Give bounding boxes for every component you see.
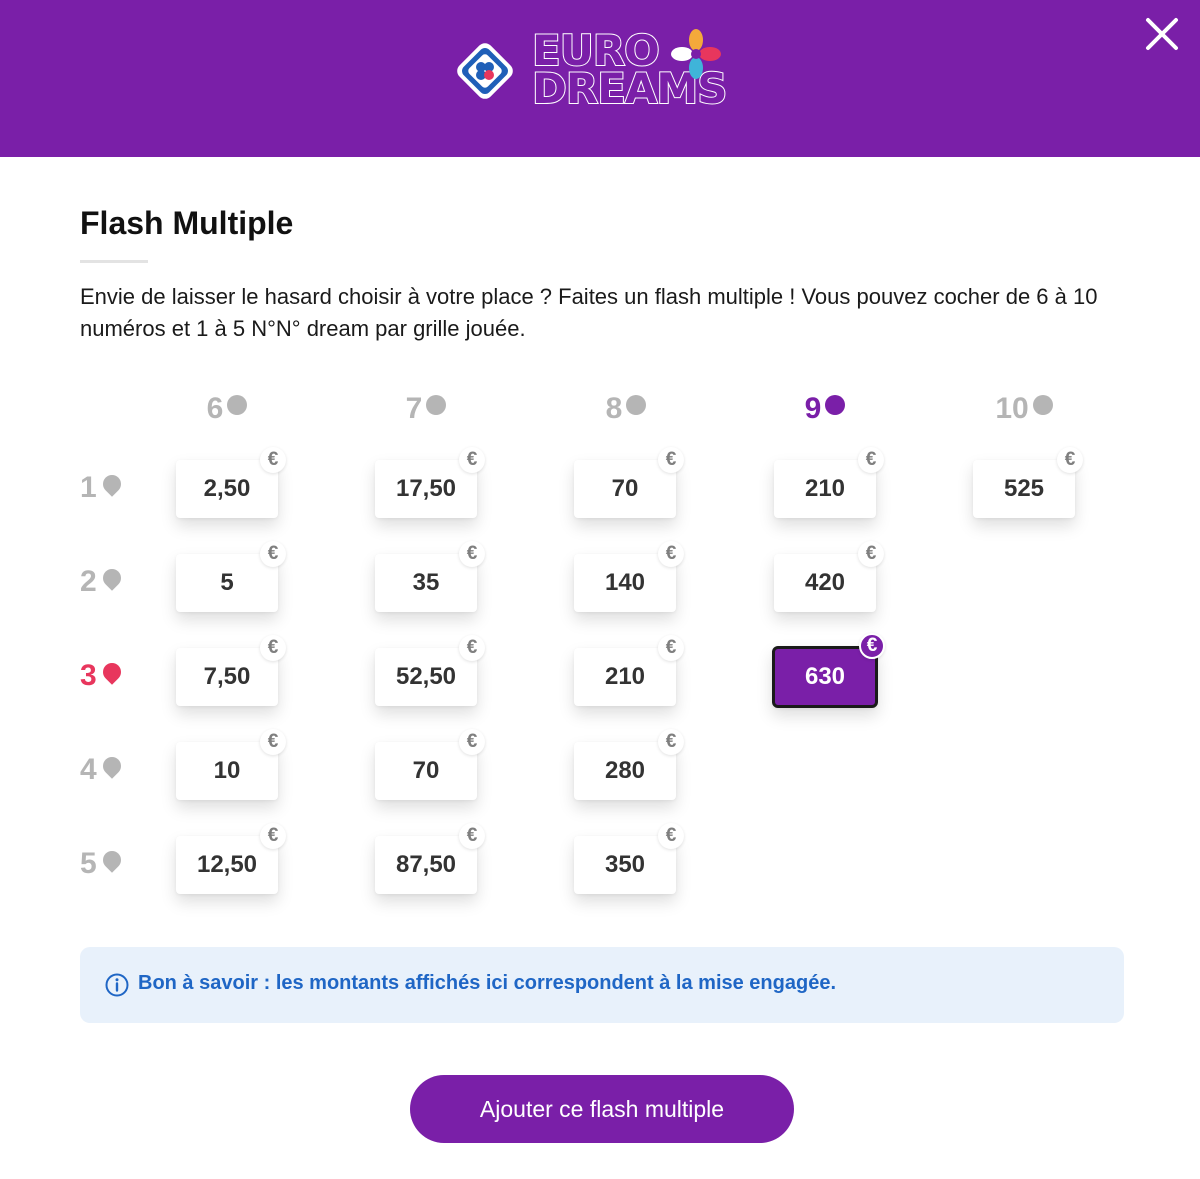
price-value: 52,50 <box>395 663 457 690</box>
price-value: 7,50 <box>203 663 251 690</box>
dream-flower-icon <box>671 29 721 79</box>
euro-icon: € <box>658 635 684 661</box>
price-value: 17,50 <box>395 475 457 502</box>
column-header-6[interactable]: 6 <box>172 392 282 426</box>
euro-icon: € <box>459 447 485 473</box>
dream-drop-icon <box>98 659 125 685</box>
dream-drop-icon <box>98 565 125 591</box>
eurodreams-logo: EURO DREAMS <box>452 29 752 120</box>
euro-icon: € <box>260 635 286 661</box>
price-value: 420 <box>804 569 846 596</box>
euro-icon: € <box>859 633 885 659</box>
close-icon[interactable] <box>1140 12 1184 56</box>
price-cell-r1-c7[interactable]: 17,50 € <box>375 447 485 518</box>
row-header-4[interactable]: 4 <box>80 753 140 787</box>
price-cell-r2-c6[interactable]: 5 € <box>176 541 286 612</box>
price-value: 210 <box>804 475 846 502</box>
price-value: 35 <box>412 569 440 596</box>
price-value: 70 <box>412 757 440 784</box>
row-header-5[interactable]: 5 <box>80 847 140 881</box>
price-cell-r3-c6[interactable]: 7,50 € <box>176 635 286 706</box>
column-header-label: 7 <box>405 392 423 425</box>
price-cell-r5-c6[interactable]: 12,50 € <box>176 823 286 894</box>
price-value: 630 <box>804 663 846 690</box>
price-value: 70 <box>611 475 639 502</box>
column-header-7[interactable]: 7 <box>371 392 481 426</box>
price-cell-r5-c7[interactable]: 87,50 € <box>375 823 485 894</box>
ball-icon <box>227 395 248 415</box>
column-header-label: 10 <box>995 392 1029 425</box>
euro-icon: € <box>459 729 485 755</box>
add-flash-multiple-button[interactable]: Ajouter ce flash multiple <box>410 1075 794 1143</box>
euro-icon: € <box>459 823 485 849</box>
column-header-label: 9 <box>804 392 822 425</box>
info-banner: Bon à savoir : les montants affichés ici… <box>80 947 1124 1023</box>
column-header-10[interactable]: 10 <box>969 392 1079 426</box>
euro-icon: € <box>459 541 485 567</box>
price-value: 87,50 <box>395 851 457 878</box>
price-cell-r3-c9-selected[interactable]: 630 € <box>772 633 885 708</box>
row-header-label: 2 <box>80 565 97 598</box>
euro-icon: € <box>260 447 286 473</box>
price-cell-r1-c6[interactable]: 2,50 € <box>176 447 286 518</box>
euro-icon: € <box>260 541 286 567</box>
price-value: 140 <box>604 569 646 596</box>
euro-icon: € <box>1057 447 1083 473</box>
row-header-label: 1 <box>80 471 97 504</box>
euro-icon: € <box>658 447 684 473</box>
intro-text: Envie de laisser le hasard choisir à vot… <box>80 284 1098 341</box>
euro-icon: € <box>658 541 684 567</box>
euro-icon: € <box>260 729 286 755</box>
ball-icon <box>825 395 846 415</box>
header-bar: EURO DREAMS <box>0 0 1200 157</box>
row-header-label: 3 <box>80 659 97 692</box>
fdj-logo-icon <box>457 43 513 99</box>
dream-drop-icon <box>98 847 125 873</box>
price-cell-r3-c7[interactable]: 52,50 € <box>375 635 485 706</box>
price-value: 525 <box>1003 475 1045 502</box>
euro-icon: € <box>858 447 884 473</box>
price-cell-r2-c7[interactable]: 35 € <box>375 541 485 612</box>
price-value: 10 <box>213 757 241 784</box>
price-value: 350 <box>604 851 646 878</box>
row-header-label: 4 <box>80 753 97 786</box>
ball-icon <box>426 395 447 415</box>
column-header-label: 8 <box>605 392 623 425</box>
euro-icon: € <box>658 729 684 755</box>
page-title: Flash Multiple <box>80 205 294 241</box>
price-cell-r4-c7[interactable]: 70 € <box>375 729 485 800</box>
info-icon <box>105 973 129 997</box>
price-cell-r3-c8[interactable]: 210 € <box>574 635 684 706</box>
price-value: 280 <box>604 757 646 784</box>
ball-icon <box>1032 395 1053 415</box>
row-header-2[interactable]: 2 <box>80 565 140 599</box>
dream-drop-icon <box>98 753 125 779</box>
row-header-3[interactable]: 3 <box>80 659 140 693</box>
euro-icon: € <box>459 635 485 661</box>
row-header-label: 5 <box>80 847 97 880</box>
title-divider <box>80 260 148 263</box>
euro-icon: € <box>858 541 884 567</box>
euro-icon: € <box>658 823 684 849</box>
price-cell-r1-c10[interactable]: 525 € <box>973 447 1083 518</box>
price-cell-r4-c8[interactable]: 280 € <box>574 729 684 800</box>
price-cell-r2-c9[interactable]: 420 € <box>774 541 884 612</box>
column-header-label: 6 <box>206 392 224 425</box>
price-cell-r1-c8[interactable]: 70 € <box>574 447 684 518</box>
column-header-8[interactable]: 8 <box>571 392 681 426</box>
price-value: 5 <box>220 569 234 596</box>
dream-drop-icon <box>98 471 125 497</box>
euro-icon: € <box>260 823 286 849</box>
price-value: 210 <box>604 663 646 690</box>
ball-icon <box>626 395 647 415</box>
info-text: Bon à savoir : les montants affichés ici… <box>138 972 836 994</box>
price-value: 2,50 <box>203 475 251 502</box>
row-header-1[interactable]: 1 <box>80 471 140 505</box>
column-header-9[interactable]: 9 <box>770 392 880 426</box>
price-cell-r2-c8[interactable]: 140 € <box>574 541 684 612</box>
price-value: 12,50 <box>196 851 258 878</box>
price-cell-r5-c8[interactable]: 350 € <box>574 823 684 894</box>
price-cell-r4-c6[interactable]: 10 € <box>176 729 286 800</box>
price-cell-r1-c9[interactable]: 210 € <box>774 447 884 518</box>
